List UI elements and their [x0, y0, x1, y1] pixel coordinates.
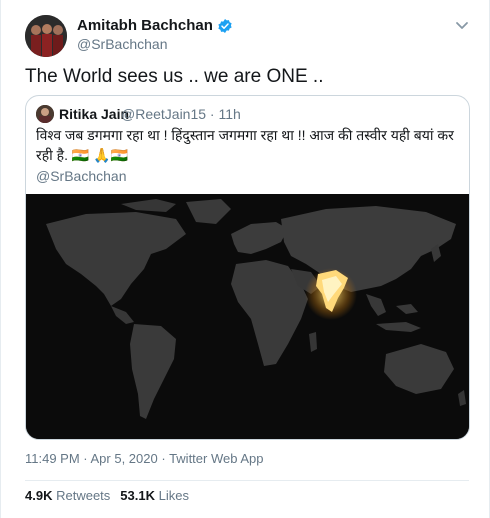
- quote-mention[interactable]: @SrBachchan: [36, 168, 126, 184]
- retweets-stat[interactable]: 4.9K Retweets: [25, 488, 110, 503]
- likes-count: 53.1K: [120, 488, 155, 503]
- quote-author-name[interactable]: Ritika Jain: [59, 106, 129, 122]
- tweet: Amitabh Bachchan @SrBachchan The World s…: [0, 0, 490, 518]
- tweet-text: The World sees us .. we are ONE ..: [25, 66, 324, 87]
- world-map-image[interactable]: [26, 194, 469, 439]
- tweet-meta: 11:49 PM · Apr 5, 2020 · Twitter Web App: [25, 451, 263, 466]
- quoted-tweet[interactable]: Ritika Jain @ReetJain15 · 11h विश्व जब ड…: [25, 95, 470, 440]
- likes-stat[interactable]: 53.1K Likes: [120, 488, 189, 503]
- retweets-count: 4.9K: [25, 488, 53, 503]
- world-map-svg: [26, 194, 469, 439]
- quote-author-handle[interactable]: @ReetJain15 · 11h: [121, 106, 241, 122]
- author-handle[interactable]: @SrBachchan: [77, 36, 167, 52]
- verified-badge-icon: [218, 18, 232, 33]
- retweets-label: Retweets: [56, 488, 111, 503]
- chevron-down-icon[interactable]: [454, 17, 470, 33]
- likes-label: Likes: [158, 488, 189, 503]
- author-name[interactable]: Amitabh Bachchan: [77, 17, 233, 34]
- tweet-source[interactable]: Twitter Web App: [169, 451, 263, 466]
- author-name-text[interactable]: Amitabh Bachchan: [77, 17, 213, 34]
- tweet-timestamp[interactable]: 11:49 PM · Apr 5, 2020 ·: [25, 451, 166, 466]
- author-avatar[interactable]: [25, 15, 67, 57]
- tweet-stats: 4.9K Retweets 53.1K Likes: [25, 488, 189, 503]
- quote-avatar[interactable]: [36, 105, 54, 123]
- quote-text: विश्व जब डगमगा रहा था ! हिंदुस्तान जगमगा…: [36, 127, 454, 163]
- stats-divider: [25, 480, 469, 481]
